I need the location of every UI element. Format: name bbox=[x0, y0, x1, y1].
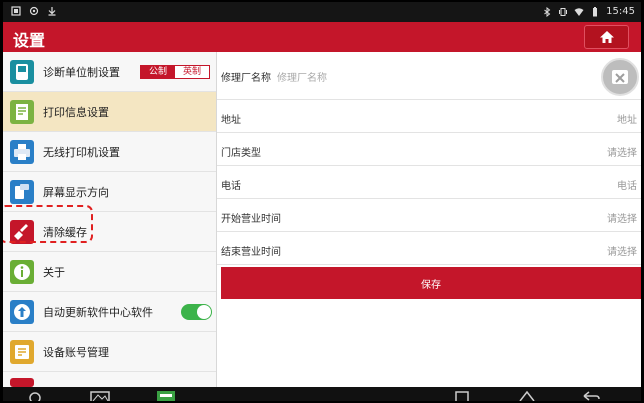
sidebar-item-print-info[interactable]: 打印信息设置 bbox=[3, 92, 216, 132]
screen-orientation-icon bbox=[10, 179, 34, 204]
store-type-row[interactable]: 门店类型 请选择 bbox=[217, 134, 641, 166]
status-bar: 15:45 bbox=[3, 2, 641, 22]
close-time-select[interactable]: 请选择 bbox=[607, 243, 637, 258]
info-icon bbox=[10, 259, 34, 284]
close-time-row[interactable]: 结束营业时间 请选择 bbox=[217, 233, 641, 265]
sidebar-item-partial[interactable] bbox=[3, 372, 216, 387]
app-window: 15:45 设置 诊断单位制设置 公制 英制 打印信息设置 无线打印机设置 屏幕… bbox=[3, 2, 641, 401]
bluetooth-icon bbox=[544, 6, 551, 17]
open-time-row[interactable]: 开始营业时间 请选择 bbox=[217, 200, 641, 232]
account-manage-icon bbox=[10, 339, 34, 364]
sidebar-item-auto-update[interactable]: 自动更新软件中心软件 bbox=[3, 292, 216, 332]
vibrate-icon bbox=[559, 7, 568, 16]
auto-update-icon bbox=[10, 299, 34, 324]
shop-name-row: 修理厂名称 修理厂名称 bbox=[217, 52, 641, 100]
diagnostic-unit-icon bbox=[10, 59, 34, 84]
auto-update-switch[interactable] bbox=[181, 303, 212, 320]
page-title: 设置 bbox=[13, 31, 46, 50]
sidebar-item-label: 关于 bbox=[43, 265, 65, 279]
sidebar-item-label: 诊断单位制设置 bbox=[43, 65, 120, 79]
settings-sidebar: 诊断单位制设置 公制 英制 打印信息设置 无线打印机设置 屏幕显示方向 清除缓存… bbox=[3, 52, 217, 387]
shop-name-input[interactable]: 修理厂名称 bbox=[277, 69, 327, 84]
switch-knob bbox=[197, 304, 211, 319]
sidebar-item-label: 屏幕显示方向 bbox=[43, 185, 109, 199]
sidebar-item-label: 无线打印机设置 bbox=[43, 145, 120, 159]
clear-cache-highlight bbox=[3, 205, 93, 243]
settings-notification-icon bbox=[29, 6, 39, 16]
unit-imperial-option[interactable]: 英制 bbox=[175, 65, 209, 78]
print-info-icon bbox=[10, 99, 34, 124]
sidebar-item-wireless-printer[interactable]: 无线打印机设置 bbox=[3, 132, 216, 172]
unit-metric-option[interactable]: 公制 bbox=[141, 65, 175, 78]
app-header: 设置 bbox=[3, 22, 641, 52]
unit-toggle[interactable]: 公制 英制 bbox=[140, 64, 210, 79]
phone-input[interactable]: 电话 bbox=[617, 177, 637, 192]
wireless-printer-icon bbox=[10, 139, 34, 164]
open-time-label: 开始营业时间 bbox=[221, 214, 281, 225]
back-icon[interactable] bbox=[581, 390, 601, 401]
store-type-label: 门店类型 bbox=[221, 148, 261, 159]
sidebar-item-label: 打印信息设置 bbox=[43, 105, 109, 119]
battery-icon bbox=[593, 6, 598, 16]
home-icon bbox=[599, 31, 614, 43]
phone-label: 电话 bbox=[221, 181, 241, 192]
shop-name-label: 修理厂名称 bbox=[221, 73, 271, 84]
screenshot-icon bbox=[11, 6, 21, 16]
vci-icon[interactable] bbox=[155, 390, 177, 401]
sidebar-item-label: 自动更新软件中心软件 bbox=[43, 305, 153, 319]
address-input[interactable]: 地址 bbox=[617, 111, 637, 126]
address-row[interactable]: 地址 地址 bbox=[217, 101, 641, 133]
shop-logo-avatar[interactable] bbox=[601, 58, 639, 96]
phone-row[interactable]: 电话 电话 bbox=[217, 167, 641, 199]
print-info-form: 修理厂名称 修理厂名称 地址 地址 门店类型 请选择 电话 电话 开始营业时间 … bbox=[217, 52, 641, 387]
download-icon bbox=[48, 7, 56, 16]
save-button[interactable]: 保存 bbox=[221, 267, 641, 299]
more-settings-icon bbox=[10, 378, 34, 387]
close-time-label: 结束营业时间 bbox=[221, 247, 281, 258]
gallery-icon[interactable] bbox=[89, 390, 111, 401]
shop-logo-icon bbox=[612, 70, 628, 84]
status-time: 15:45 bbox=[606, 6, 635, 17]
navigation-bar bbox=[3, 387, 641, 401]
recent-apps-icon[interactable] bbox=[453, 390, 471, 401]
sidebar-item-label: 设备账号管理 bbox=[43, 345, 109, 359]
home-button[interactable] bbox=[584, 25, 629, 49]
wifi-icon bbox=[574, 7, 584, 16]
sidebar-item-unit-settings[interactable]: 诊断单位制设置 公制 英制 bbox=[3, 52, 216, 92]
sidebar-item-about[interactable]: 关于 bbox=[3, 252, 216, 292]
home-nav-icon[interactable] bbox=[518, 390, 536, 401]
camera-icon[interactable] bbox=[27, 390, 43, 401]
address-label: 地址 bbox=[221, 115, 241, 126]
sidebar-item-account-management[interactable]: 设备账号管理 bbox=[3, 332, 216, 372]
open-time-select[interactable]: 请选择 bbox=[607, 210, 637, 225]
store-type-select[interactable]: 请选择 bbox=[607, 144, 637, 159]
